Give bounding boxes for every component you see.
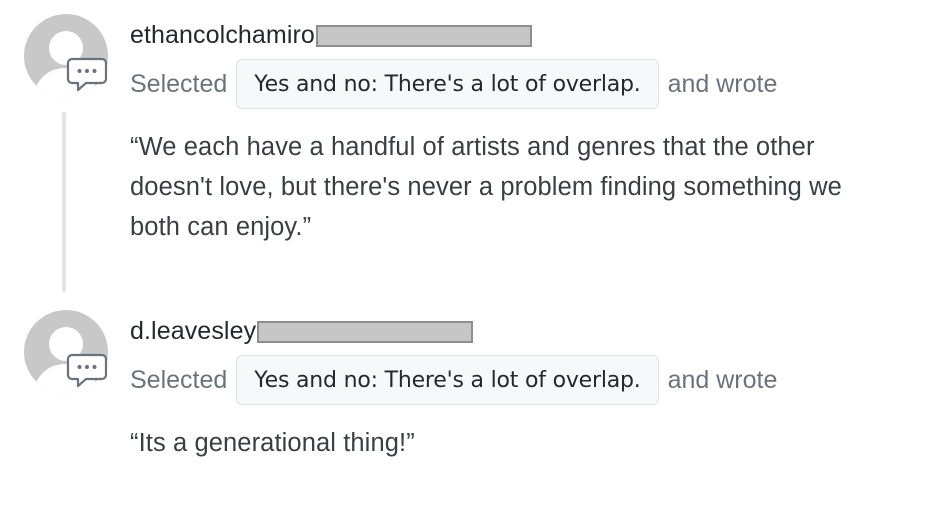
username-row: d.leavesley <box>130 313 474 349</box>
username-row: ethancolchamiro <box>130 17 532 53</box>
selected-choice-chip: Yes and no: There's a lot of overlap. <box>236 355 659 405</box>
comment-bubble-icon <box>66 353 108 388</box>
wrote-label: and wrote <box>667 365 778 394</box>
comment-quote: “Its a generational thing!” <box>130 429 415 457</box>
username-link[interactable]: d.leavesley <box>130 317 256 346</box>
selection-summary: Selected Yes and no: There's a lot of ov… <box>130 354 777 406</box>
username-link[interactable]: ethancolchamiro <box>130 21 315 50</box>
comment-bubble-icon <box>66 57 108 92</box>
wrote-label: and wrote <box>667 69 778 98</box>
redacted-email-block <box>315 25 532 47</box>
selected-choice-chip: Yes and no: There's a lot of overlap. <box>236 59 659 109</box>
selection-summary: Selected Yes and no: There's a lot of ov… <box>130 58 777 110</box>
comment-quote: “We each have a handful of artists and g… <box>130 133 842 241</box>
thread-connector-line <box>62 112 66 292</box>
redacted-email-block <box>257 321 474 343</box>
selected-label: Selected <box>130 365 228 394</box>
selected-label: Selected <box>130 69 228 98</box>
